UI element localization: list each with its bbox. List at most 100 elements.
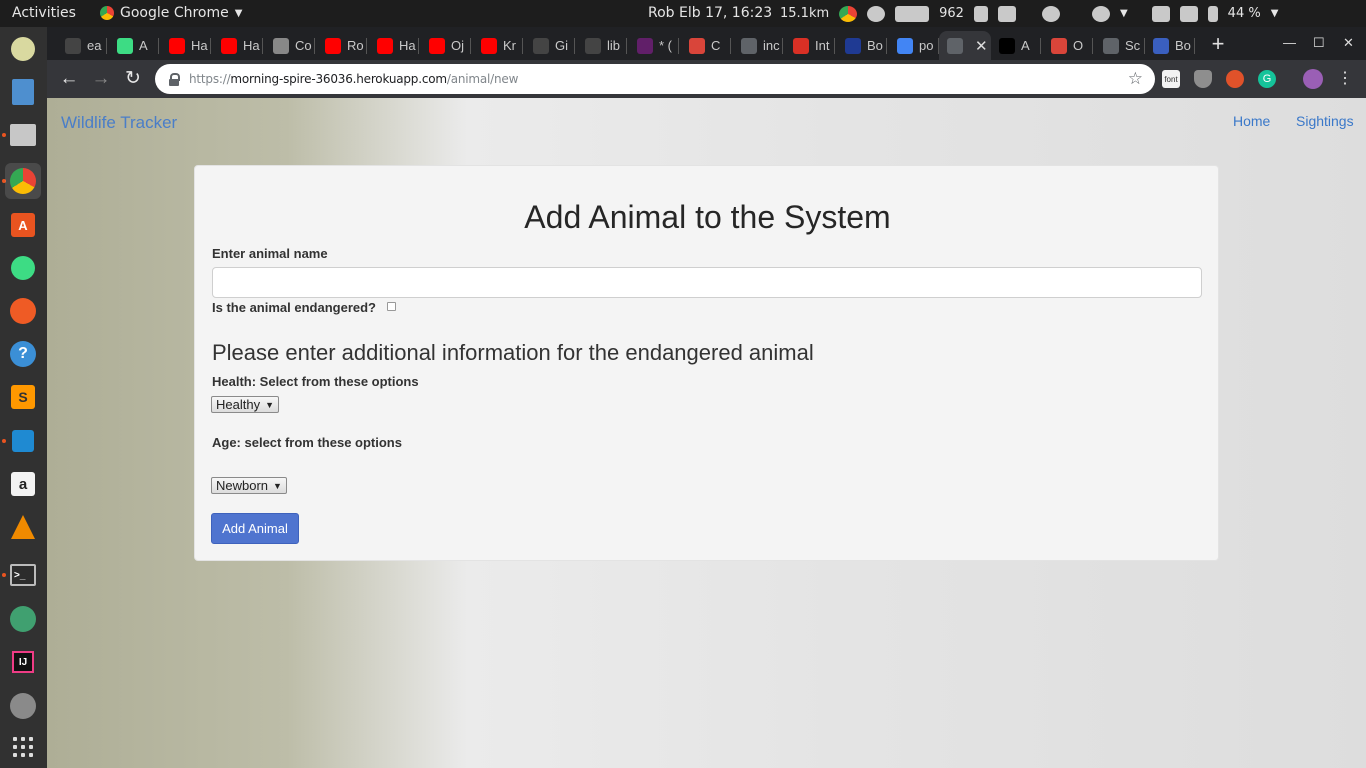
activities-button[interactable]: Activities [12,5,76,21]
system-tray: 15.1km 962 ▼ 44 % ▼ [780,2,1278,25]
camera-icon[interactable] [867,5,886,22]
address-bar[interactable]: https://morning-spire-36036.herokuapp.co… [155,64,1155,94]
tab-3[interactable]: Ha [161,31,211,60]
tab-label: Bo [867,38,883,53]
settings-icon[interactable] [5,688,41,724]
tab-15[interactable]: Int [785,31,835,60]
tab-1[interactable]: ea [57,31,107,60]
mdn-icon [845,37,861,54]
page-icon [273,37,289,54]
chrome-tab-strip: ea A Ha Ha Co Ro Ha Oj Kr Gi lib * (Cinc Int Bo po ✕ A O S… [47,27,1366,60]
youtube-icon [377,37,393,54]
endangered-checkbox[interactable] [387,302,396,311]
terminal-icon[interactable]: >_ [5,557,41,593]
tab-11[interactable]: lib [577,31,627,60]
reload-button[interactable]: ↻ [121,67,145,91]
android-studio-icon[interactable] [5,250,41,286]
tab-label: Int [815,38,830,53]
react-devtools-icon[interactable] [1226,70,1244,88]
battery-icon[interactable] [1207,5,1218,22]
age-select[interactable]: Newborn ▼ [211,477,287,494]
vscode-icon[interactable] [5,423,41,459]
health-label: Health: Select from these options [212,374,419,389]
volume-icon[interactable] [1179,5,1198,22]
tab-9[interactable]: Kr [473,31,523,60]
maximize-button[interactable]: ☐ [1313,35,1325,51]
show-applications-icon[interactable] [13,737,33,757]
tab-17[interactable]: po [889,31,939,60]
tab-21[interactable]: Sc [1095,31,1145,60]
app-icon [1051,37,1067,54]
tab-13[interactable]: C [681,31,731,60]
site-brand-link[interactable]: Wildlife Tracker [61,113,177,133]
nav-link-home[interactable]: Home [1233,113,1270,129]
shield-extension-icon[interactable] [1194,70,1212,88]
app-menu[interactable]: Google Chrome ▼ [100,5,242,21]
youtube-icon [221,37,237,54]
atom-icon[interactable] [5,601,41,637]
telegram-icon[interactable] [997,5,1016,22]
add-animal-button[interactable]: Add Animal [211,513,299,544]
tab-22[interactable]: Bo [1145,31,1195,60]
tab-10[interactable]: Gi [525,31,575,60]
help-icon[interactable]: ? [5,336,41,372]
tab-label: Ha [191,38,208,53]
animal-name-input[interactable] [212,267,1202,298]
chrome-icon[interactable] [5,163,41,199]
amazon-icon[interactable]: a [5,466,41,502]
bookmark-star-icon[interactable]: ☆ [1128,69,1143,89]
tab-18[interactable]: ✕ [939,31,991,60]
tab-7[interactable]: Ha [369,31,419,60]
vlc-icon[interactable] [5,509,41,545]
tab-19[interactable]: A [991,31,1041,60]
memory-indicator[interactable]: 962 [939,6,964,21]
site-navbar: Wildlife Tracker Home Sightings [47,98,1366,148]
health-select[interactable]: Healthy ▼ [211,396,279,413]
tab-14[interactable]: inc [733,31,783,60]
back-button[interactable]: ← [57,67,81,91]
tab-6[interactable]: Ro [317,31,367,60]
address-url[interactable]: https://morning-spire-36036.herokuapp.co… [189,72,518,86]
software-center-icon[interactable]: A [5,207,41,243]
profile-avatar[interactable] [1303,69,1323,89]
minimize-button[interactable]: — [1283,35,1296,50]
files-icon[interactable] [5,117,41,153]
new-tab-button[interactable]: + [1206,33,1230,57]
tab-2[interactable]: A [109,31,159,60]
caffeine-icon[interactable] [1041,5,1060,22]
tab-separator [1194,38,1195,54]
tab-12[interactable]: * ( [629,31,679,60]
tab-16[interactable]: Bo [837,31,887,60]
github-icon [65,37,81,54]
clock[interactable]: Rob Elb 17, 16:23 [648,5,772,21]
tab-separator [418,38,419,54]
lock-icon[interactable] [169,73,180,86]
chrome-menu-icon[interactable]: ⋮ [1333,67,1357,91]
wifi-icon[interactable] [1151,5,1170,22]
forward-button[interactable]: → [89,67,113,91]
postman-icon[interactable] [5,293,41,329]
tab-20[interactable]: O [1043,31,1093,60]
tab-4[interactable]: Ha [213,31,263,60]
tab-5[interactable]: Co [265,31,315,60]
intellij-icon[interactable]: IJ [5,644,41,680]
generic-app-icon[interactable] [5,31,41,67]
system-monitor-icon[interactable] [895,5,930,22]
whatfont-extension-icon[interactable]: font [1162,70,1180,88]
close-tab-icon[interactable]: ✕ [975,37,988,55]
tab-8[interactable]: Oj [421,31,471,60]
accessibility-icon[interactable] [1091,5,1110,22]
sublime-text-icon[interactable]: S [5,379,41,415]
animal-name-label: Enter animal name [212,246,328,261]
chevron-down-icon[interactable]: ▼ [1271,8,1279,19]
tab-separator [210,38,211,54]
age-selected-value: Newborn [216,478,269,493]
nav-link-sightings[interactable]: Sightings [1296,113,1354,129]
tab-label: * ( [659,38,672,53]
grammarly-icon[interactable]: G [1258,70,1276,88]
close-window-button[interactable]: ✕ [1343,35,1354,51]
chevron-down-icon[interactable]: ▼ [1120,8,1128,19]
chrome-tray-icon[interactable] [839,5,858,22]
text-editor-icon[interactable] [5,74,41,110]
tab-label: Kr [503,38,516,53]
